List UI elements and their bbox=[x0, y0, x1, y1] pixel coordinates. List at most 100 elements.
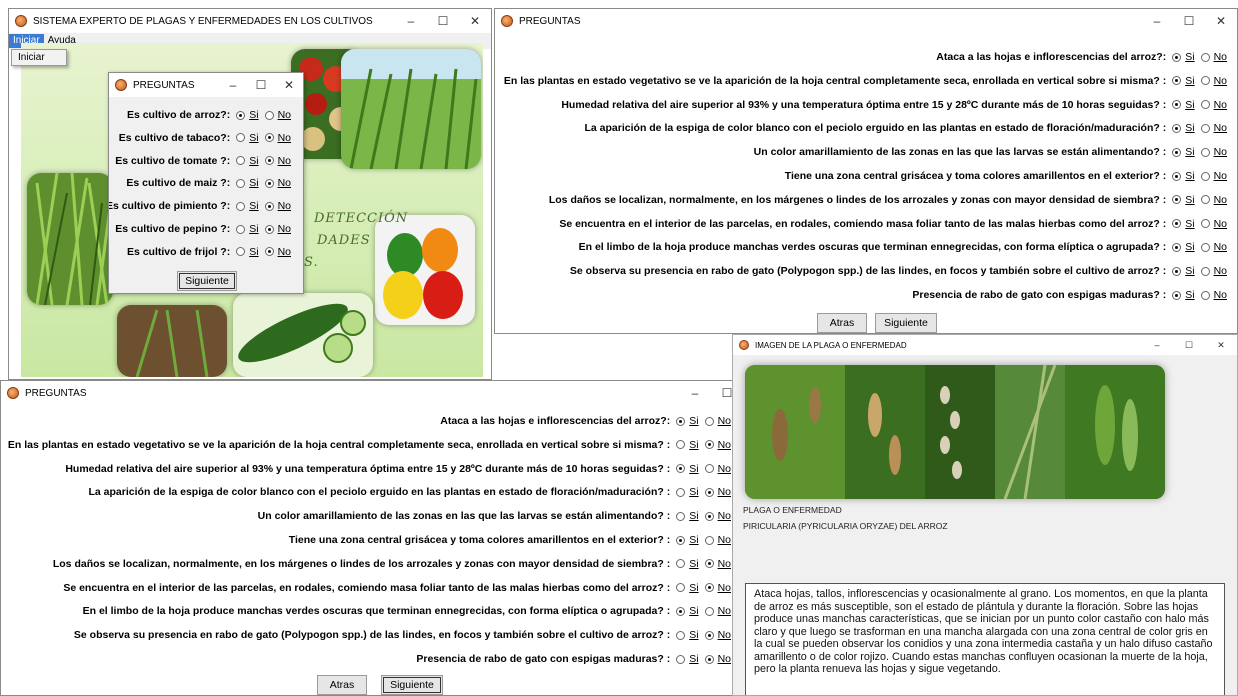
answer-si-option[interactable]: Si bbox=[1172, 51, 1195, 63]
radio-no-icon[interactable] bbox=[704, 511, 714, 521]
answer-si-option[interactable]: Si bbox=[236, 132, 259, 144]
radio-no-icon[interactable] bbox=[704, 583, 714, 593]
answer-si-option[interactable]: Si bbox=[1172, 99, 1195, 111]
radio-si-icon[interactable] bbox=[676, 606, 686, 616]
radio-no-icon[interactable] bbox=[1200, 266, 1210, 276]
radio-no-icon[interactable] bbox=[1200, 147, 1210, 157]
radio-no-icon[interactable] bbox=[264, 156, 274, 166]
answer-no-option[interactable]: No bbox=[704, 510, 731, 522]
radio-si-icon[interactable] bbox=[676, 464, 686, 474]
maximize-icon[interactable]: ☐ bbox=[1173, 14, 1205, 28]
answer-si-option[interactable]: Si bbox=[676, 534, 699, 546]
answer-no-option[interactable]: No bbox=[704, 558, 731, 570]
answer-si-option[interactable]: Si bbox=[236, 223, 259, 235]
answer-si-option[interactable]: Si bbox=[676, 439, 699, 451]
answer-no-option[interactable]: No bbox=[264, 177, 291, 189]
radio-si-icon[interactable] bbox=[676, 654, 686, 664]
answer-si-option[interactable]: Si bbox=[676, 463, 699, 475]
answer-no-option[interactable]: No bbox=[704, 653, 731, 665]
bottom-next-button[interactable]: Siguiente bbox=[381, 675, 443, 695]
answer-no-option[interactable]: No bbox=[704, 439, 731, 451]
answer-si-option[interactable]: Si bbox=[676, 415, 699, 427]
radio-si-icon[interactable] bbox=[1172, 171, 1182, 181]
radio-si-icon[interactable] bbox=[676, 630, 686, 640]
radio-si-icon[interactable] bbox=[1172, 219, 1182, 229]
answer-no-option[interactable]: No bbox=[1200, 289, 1227, 301]
answer-no-option[interactable]: No bbox=[704, 534, 731, 546]
answer-si-option[interactable]: Si bbox=[676, 629, 699, 641]
radio-si-icon[interactable] bbox=[1172, 123, 1182, 133]
radio-si-icon[interactable] bbox=[1172, 100, 1182, 110]
radio-no-icon[interactable] bbox=[264, 110, 274, 120]
crop-dialog-titlebar[interactable]: PREGUNTAS – ☐ ✕ bbox=[109, 73, 303, 97]
radio-si-icon[interactable] bbox=[236, 224, 246, 234]
answer-si-option[interactable]: Si bbox=[1172, 289, 1195, 301]
radio-no-icon[interactable] bbox=[1200, 52, 1210, 62]
answer-no-option[interactable]: No bbox=[1200, 241, 1227, 253]
radio-si-icon[interactable] bbox=[236, 247, 246, 257]
bottom-back-button[interactable]: Atras bbox=[317, 675, 367, 695]
radio-si-icon[interactable] bbox=[676, 535, 686, 545]
bottom-questions-titlebar[interactable]: PREGUNTAS – ☐ bbox=[1, 381, 743, 405]
radio-no-icon[interactable] bbox=[704, 487, 714, 497]
radio-no-icon[interactable] bbox=[704, 654, 714, 664]
close-icon[interactable]: ✕ bbox=[1205, 14, 1237, 28]
answer-si-option[interactable]: Si bbox=[236, 200, 259, 212]
answer-no-option[interactable]: No bbox=[704, 605, 731, 617]
answer-si-option[interactable]: Si bbox=[236, 109, 259, 121]
maximize-icon[interactable]: ☐ bbox=[1173, 340, 1205, 351]
close-icon[interactable]: ✕ bbox=[459, 14, 491, 28]
radio-si-icon[interactable] bbox=[676, 559, 686, 569]
radio-si-icon[interactable] bbox=[236, 156, 246, 166]
answer-no-option[interactable]: No bbox=[1200, 99, 1227, 111]
answer-no-option[interactable]: No bbox=[264, 109, 291, 121]
dropdown-item-iniciar[interactable]: Iniciar bbox=[18, 52, 45, 63]
radio-si-icon[interactable] bbox=[1172, 266, 1182, 276]
minimize-icon[interactable]: – bbox=[1141, 340, 1173, 350]
answer-no-option[interactable]: No bbox=[1200, 122, 1227, 134]
radio-si-icon[interactable] bbox=[1172, 147, 1182, 157]
radio-si-icon[interactable] bbox=[1172, 76, 1182, 86]
radio-si-icon[interactable] bbox=[676, 487, 686, 497]
answer-si-option[interactable]: Si bbox=[1172, 75, 1195, 87]
answer-no-option[interactable]: No bbox=[264, 132, 291, 144]
radio-si-icon[interactable] bbox=[236, 133, 246, 143]
radio-no-icon[interactable] bbox=[704, 606, 714, 616]
crop-next-button[interactable]: Siguiente bbox=[177, 271, 237, 291]
radio-no-icon[interactable] bbox=[264, 178, 274, 188]
radio-si-icon[interactable] bbox=[676, 583, 686, 593]
radio-no-icon[interactable] bbox=[704, 535, 714, 545]
minimize-icon[interactable]: – bbox=[395, 14, 427, 28]
answer-no-option[interactable]: No bbox=[704, 486, 731, 498]
answer-no-option[interactable]: No bbox=[704, 582, 731, 594]
right-next-button[interactable]: Siguiente bbox=[875, 313, 937, 333]
answer-si-option[interactable]: Si bbox=[676, 558, 699, 570]
radio-si-icon[interactable] bbox=[1172, 195, 1182, 205]
right-questions-titlebar[interactable]: PREGUNTAS – ☐ ✕ bbox=[495, 9, 1237, 33]
answer-no-option[interactable]: No bbox=[704, 629, 731, 641]
radio-si-icon[interactable] bbox=[676, 416, 686, 426]
radio-no-icon[interactable] bbox=[264, 201, 274, 211]
radio-no-icon[interactable] bbox=[704, 559, 714, 569]
radio-no-icon[interactable] bbox=[1200, 100, 1210, 110]
close-icon[interactable]: ✕ bbox=[275, 78, 303, 92]
radio-si-icon[interactable] bbox=[1172, 290, 1182, 300]
main-titlebar[interactable]: SISTEMA EXPERTO DE PLAGAS Y ENFERMEDADES… bbox=[9, 9, 491, 33]
radio-no-icon[interactable] bbox=[1200, 290, 1210, 300]
radio-no-icon[interactable] bbox=[1200, 76, 1210, 86]
answer-si-option[interactable]: Si bbox=[1172, 241, 1195, 253]
answer-no-option[interactable]: No bbox=[1200, 75, 1227, 87]
radio-si-icon[interactable] bbox=[1172, 52, 1182, 62]
radio-si-icon[interactable] bbox=[236, 110, 246, 120]
answer-si-option[interactable]: Si bbox=[676, 605, 699, 617]
minimize-icon[interactable]: – bbox=[679, 386, 711, 400]
answer-si-option[interactable]: Si bbox=[236, 246, 259, 258]
maximize-icon[interactable]: ☐ bbox=[247, 78, 275, 92]
radio-no-icon[interactable] bbox=[1200, 123, 1210, 133]
radio-si-icon[interactable] bbox=[1172, 242, 1182, 252]
answer-si-option[interactable]: Si bbox=[1172, 218, 1195, 230]
radio-si-icon[interactable] bbox=[676, 440, 686, 450]
right-back-button[interactable]: Atras bbox=[817, 313, 867, 333]
radio-si-icon[interactable] bbox=[236, 201, 246, 211]
answer-si-option[interactable]: Si bbox=[236, 177, 259, 189]
